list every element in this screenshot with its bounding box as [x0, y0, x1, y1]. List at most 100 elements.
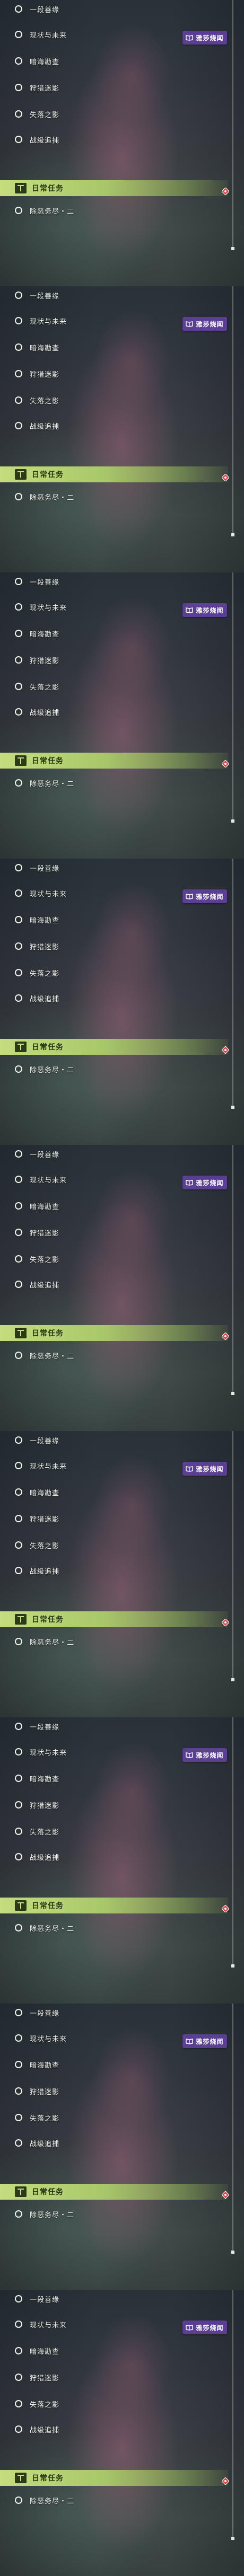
- scroll-rail[interactable]: [232, 1145, 233, 1394]
- scroll-rail[interactable]: [232, 1431, 233, 1680]
- quest-item[interactable]: 暗海勘查: [15, 1483, 227, 1501]
- quest-item[interactable]: 一段善缘: [15, 1431, 227, 1449]
- quest-item[interactable]: 战级追捕: [15, 2420, 227, 2438]
- quest-item[interactable]: 失落之影: [15, 1822, 227, 1840]
- quest-item[interactable]: 一段善缘: [15, 1717, 227, 1735]
- quest-item[interactable]: 一段善缘: [15, 859, 227, 877]
- daily-quest-header[interactable]: 日常任务: [0, 2184, 228, 2200]
- region-tag[interactable]: 雅莎烧闻: [182, 1748, 227, 1762]
- quest-item[interactable]: 暗海勘查: [15, 2342, 227, 2360]
- quest-item[interactable]: 战级追捕: [15, 130, 227, 148]
- region-tag[interactable]: 雅莎烧闻: [182, 1176, 227, 1189]
- daily-quest-item[interactable]: 除恶务尽・二: [15, 201, 227, 219]
- scroll-rail[interactable]: [232, 2290, 233, 2539]
- quest-item-label: 失落之影: [30, 1256, 60, 1264]
- quest-item-label: 战级追捕: [30, 136, 60, 145]
- quest-status-circle-icon: [15, 2087, 22, 2095]
- daily-quest-header[interactable]: 日常任务: [0, 1325, 228, 1341]
- daily-quest-header[interactable]: 日常任务: [0, 180, 228, 196]
- quest-item[interactable]: 狩猎迷影: [15, 651, 227, 669]
- region-tag[interactable]: 雅莎烧闻: [182, 889, 227, 903]
- quest-panel: 一段善缘 现状与未来 暗海勘查 狩猎迷影 失落之影 战级追捕 雅莎烧闻 日常任务 除恶务尽・二: [0, 1717, 244, 2004]
- region-tag[interactable]: 雅莎烧闻: [182, 2034, 227, 2048]
- quest-item[interactable]: 失落之影: [15, 105, 227, 123]
- quest-status-circle-icon: [15, 57, 22, 65]
- daily-quest-header[interactable]: 日常任务: [0, 1898, 228, 1913]
- daily-quest-item[interactable]: 除恶务尽・二: [15, 2491, 227, 2509]
- quest-status-circle-icon: [15, 317, 22, 324]
- scroll-rail[interactable]: [232, 859, 233, 1108]
- daily-quest-title: 日常任务: [32, 1043, 64, 1052]
- quest-item[interactable]: 暗海勘查: [15, 338, 227, 356]
- quest-item[interactable]: 失落之影: [15, 2395, 227, 2413]
- quest-status-circle-icon: [15, 422, 22, 429]
- quest-item[interactable]: 失落之影: [15, 1536, 227, 1554]
- quest-status-circle-icon: [15, 2139, 22, 2147]
- scroll-rail[interactable]: [232, 572, 233, 822]
- quest-item[interactable]: 狩猎迷影: [15, 1510, 227, 1528]
- quest-marker-diamond-icon: [222, 188, 229, 195]
- quest-status-circle-icon: [15, 1202, 22, 1210]
- quest-item[interactable]: 狩猎迷影: [15, 1223, 227, 1241]
- quest-item[interactable]: 一段善缘: [15, 1145, 227, 1163]
- quest-item[interactable]: 战级追捕: [15, 703, 227, 721]
- region-tag[interactable]: 雅莎烧闻: [182, 603, 227, 617]
- quest-item[interactable]: 狩猎迷影: [15, 1796, 227, 1814]
- daily-quest-item[interactable]: 除恶务尽・二: [15, 488, 227, 506]
- region-tag[interactable]: 雅莎烧闻: [182, 31, 227, 45]
- quest-status-circle-icon: [15, 1352, 22, 1359]
- quest-item[interactable]: 战级追捕: [15, 417, 227, 435]
- quest-item[interactable]: 失落之影: [15, 391, 227, 409]
- quest-item[interactable]: 战级追捕: [15, 1275, 227, 1293]
- quest-item[interactable]: 战级追捕: [15, 1562, 227, 1580]
- quest-item[interactable]: 暗海勘查: [15, 624, 227, 642]
- quest-status-circle-icon: [15, 1853, 22, 1860]
- book-icon: [186, 607, 194, 613]
- quest-item[interactable]: 狩猎迷影: [15, 937, 227, 955]
- quest-status-circle-icon: [15, 779, 22, 787]
- scroll-rail[interactable]: [232, 2004, 233, 2253]
- daily-quest-item[interactable]: 除恶务尽・二: [15, 1633, 227, 1651]
- daily-quest-header[interactable]: 日常任务: [0, 1039, 228, 1055]
- daily-quest-item[interactable]: 除恶务尽・二: [15, 1346, 227, 1364]
- region-tag[interactable]: 雅莎烧闻: [182, 2321, 227, 2334]
- scroll-rail[interactable]: [232, 286, 233, 535]
- daily-quest-item[interactable]: 除恶务尽・二: [15, 1060, 227, 1078]
- daily-quest-item[interactable]: 除恶务尽・二: [15, 2205, 227, 2223]
- quest-item[interactable]: 狩猎迷影: [15, 2082, 227, 2100]
- quest-item-label: 现状与未来: [30, 1176, 67, 1185]
- daily-quest-header[interactable]: 日常任务: [0, 1611, 228, 1627]
- daily-quest-header[interactable]: 日常任务: [0, 2470, 228, 2486]
- daily-quest-item[interactable]: 除恶务尽・二: [15, 774, 227, 792]
- quest-item[interactable]: 一段善缘: [15, 572, 227, 590]
- quest-item[interactable]: 暗海勘查: [15, 1197, 227, 1215]
- scroll-rail[interactable]: [232, 0, 233, 249]
- region-tag[interactable]: 雅莎烧闻: [182, 1462, 227, 1476]
- quest-item[interactable]: 暗海勘查: [15, 1769, 227, 1787]
- quest-item[interactable]: 一段善缘: [15, 2290, 227, 2308]
- quest-item[interactable]: 一段善缘: [15, 0, 227, 18]
- daily-quest-header[interactable]: 日常任务: [0, 466, 228, 482]
- scroll-rail[interactable]: [232, 1717, 233, 1966]
- quest-item[interactable]: 战级追捕: [15, 1848, 227, 1866]
- quest-item[interactable]: 一段善缘: [15, 2004, 227, 2022]
- quest-item[interactable]: 狩猎迷影: [15, 2368, 227, 2386]
- quest-item[interactable]: 一段善缘: [15, 286, 227, 304]
- quest-item[interactable]: 狩猎迷影: [15, 365, 227, 383]
- quest-item[interactable]: 失落之影: [15, 677, 227, 695]
- daily-quest-header[interactable]: 日常任务: [0, 753, 228, 769]
- region-tag[interactable]: 雅莎烧闻: [182, 317, 227, 331]
- daily-quest-item[interactable]: 除恶务尽・二: [15, 1919, 227, 1937]
- quest-item[interactable]: 失落之影: [15, 2109, 227, 2127]
- book-icon: [186, 894, 194, 899]
- quest-item[interactable]: 暗海勘查: [15, 911, 227, 929]
- quest-item[interactable]: 暗海勘查: [15, 2055, 227, 2074]
- quest-item[interactable]: 失落之影: [15, 964, 227, 982]
- quest-item[interactable]: 暗海勘查: [15, 52, 227, 70]
- quest-item[interactable]: 战级追捕: [15, 989, 227, 1007]
- quest-item[interactable]: 失落之影: [15, 1250, 227, 1268]
- quest-item[interactable]: 战级追捕: [15, 2134, 227, 2152]
- quest-item[interactable]: 狩猎迷影: [15, 78, 227, 96]
- quest-status-circle-icon: [15, 708, 22, 716]
- quest-item-label: 一段善缘: [30, 292, 60, 301]
